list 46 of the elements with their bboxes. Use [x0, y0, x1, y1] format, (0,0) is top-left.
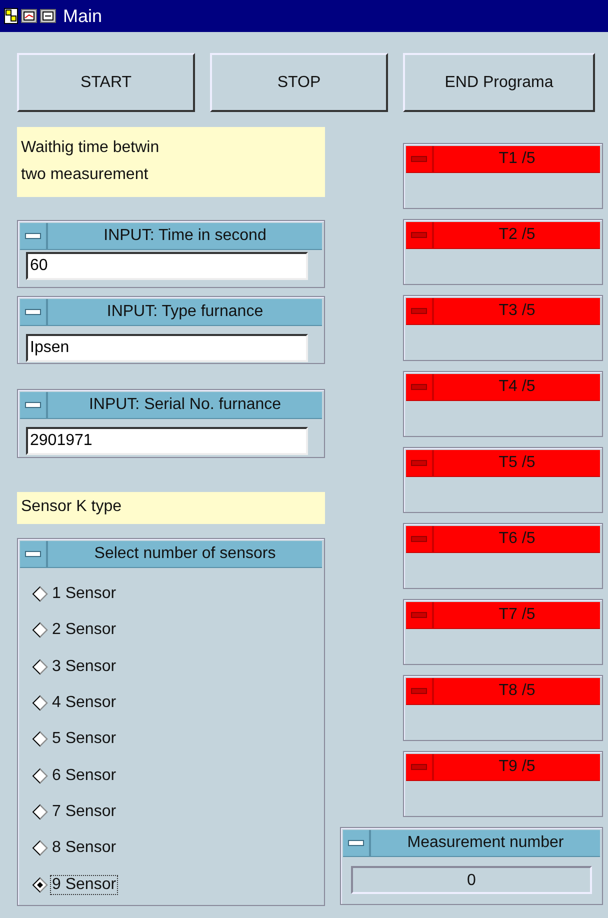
panel-title: T4 /5 — [498, 377, 536, 397]
panel-title: INPUT: Time in second — [102, 226, 268, 246]
panel-title: T3 /5 — [498, 301, 536, 321]
panel-title: T7 /5 — [498, 605, 536, 625]
radio-label[interactable]: 8 Sensor — [50, 838, 118, 858]
panel-title: Select number of sensors — [93, 544, 277, 564]
radio-label[interactable]: 6 Sensor — [50, 766, 118, 786]
command-button[interactable]: START — [17, 53, 195, 112]
panel-title: T9 /5 — [498, 757, 536, 777]
radio-button[interactable] — [32, 768, 48, 784]
panel-title: T8 /5 — [498, 681, 536, 701]
command-button[interactable]: END Programa — [403, 53, 595, 112]
input-field[interactable]: 60 — [26, 252, 308, 280]
input-field[interactable]: 2901971 — [26, 427, 308, 455]
radio-label[interactable]: 3 Sensor — [50, 656, 118, 677]
panel-title: T2 /5 — [498, 225, 536, 245]
radio-label[interactable]: 1 Sensor — [50, 584, 118, 604]
input-field[interactable]: Ipsen — [26, 334, 308, 362]
note-text: Waithig time betwin — [21, 138, 160, 158]
note-text: two measurement — [21, 165, 150, 185]
measurement-value: 0 — [351, 866, 592, 894]
panel-title: Measurement number — [406, 833, 565, 853]
window-icon[interactable] — [4, 8, 18, 24]
radio-button[interactable] — [32, 695, 48, 712]
minimize-icon[interactable] — [21, 9, 37, 23]
radio-button[interactable] — [32, 658, 48, 675]
radio-button[interactable] — [32, 804, 48, 820]
radio-label[interactable]: 9 Sensor — [50, 874, 118, 895]
maximize-icon[interactable] — [40, 9, 56, 23]
panel-title: T5 /5 — [498, 453, 536, 473]
radio-label[interactable]: 2 Sensor — [50, 620, 118, 640]
radio-button[interactable] — [32, 840, 48, 856]
panel-title: INPUT: Serial No. furnance — [88, 395, 282, 415]
radio-button[interactable] — [32, 586, 48, 602]
sensor-note: Sensor K type — [17, 492, 325, 524]
panel-title: T6 /5 — [498, 529, 536, 549]
radio-label[interactable]: 7 Sensor — [50, 802, 118, 822]
panel-title: T1 /5 — [498, 149, 536, 169]
radio-button[interactable] — [32, 876, 48, 893]
command-button[interactable]: STOP — [210, 53, 388, 112]
radio-button[interactable] — [32, 622, 48, 638]
radio-label[interactable]: 4 Sensor — [50, 693, 118, 714]
radio-button[interactable] — [32, 731, 48, 748]
window-title: Main — [63, 6, 102, 26]
panel-title: INPUT: Type furnance — [106, 302, 264, 322]
radio-label[interactable]: 5 Sensor — [50, 729, 118, 750]
